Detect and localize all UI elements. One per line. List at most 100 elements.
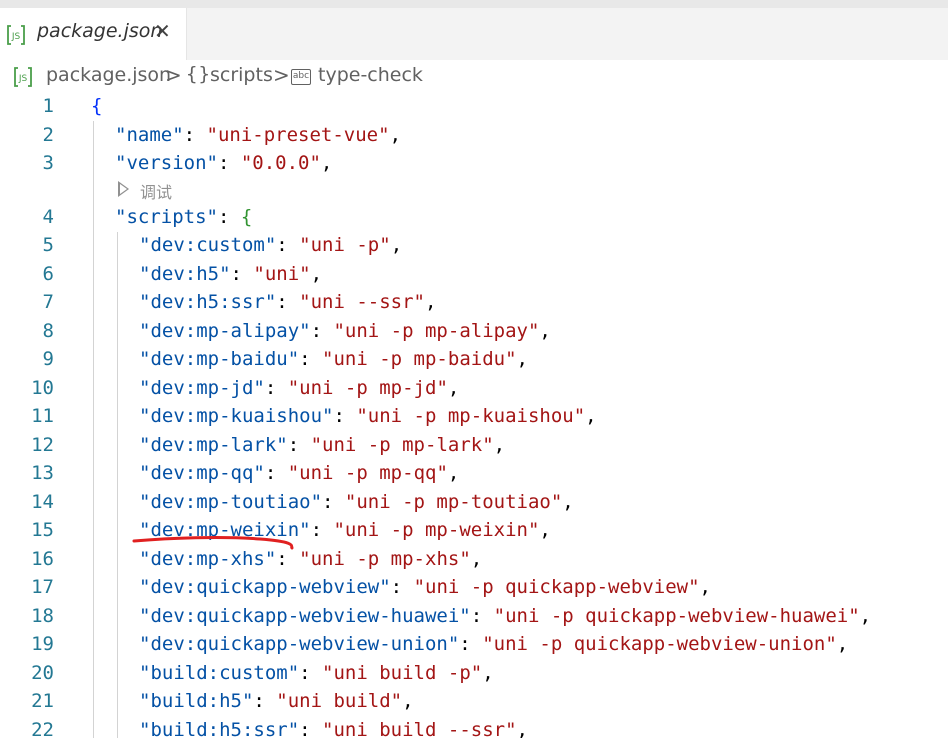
code-editor[interactable]: 调试 1 { 2 "name": "uni-preset-vue", 3 "ve… — [0, 93, 948, 738]
code-line: 19 "dev:quickapp-webview-union": "uni -p… — [0, 631, 948, 659]
punctuation: , — [562, 491, 574, 513]
js-file-icon: JS — [14, 67, 32, 87]
code-content: "dev:quickapp-webview-union": "uni -p qu… — [139, 633, 849, 655]
punctuation: , — [402, 690, 414, 712]
play-icon — [118, 181, 129, 197]
json-key: "version" — [115, 152, 218, 174]
line-number: 18 — [31, 605, 54, 627]
json-value: "0.0.0" — [240, 152, 321, 174]
json-value: "uni -p mp-weixin" — [333, 519, 540, 541]
punctuation: , — [310, 263, 323, 285]
code-content: "name": "uni-preset-vue", — [115, 124, 402, 146]
editor-tab-bar: JS package.json ✕ — [0, 8, 948, 60]
json-value: "uni -p mp-lark" — [310, 434, 494, 456]
breadcrumb-file[interactable]: package.json — [46, 64, 171, 86]
line-number: 11 — [31, 405, 54, 427]
json-key: "dev:h5:ssr" — [139, 291, 277, 313]
line-number: 6 — [42, 263, 54, 285]
json-key: "dev:h5" — [139, 263, 231, 285]
line-number: 4 — [42, 206, 54, 228]
punctuation: , — [516, 348, 528, 370]
json-value: "uni -p mp-baidu" — [322, 348, 517, 370]
json-value: "uni build --ssr" — [322, 719, 517, 738]
json-key: "dev:mp-toutiao" — [139, 491, 323, 513]
line-number: 2 — [42, 124, 54, 146]
json-value: "uni -p" — [299, 234, 391, 256]
json-key: "dev:custom" — [139, 234, 277, 256]
json-key: "build:custom" — [139, 662, 300, 684]
code-line: 4 "scripts": { — [0, 204, 948, 232]
code-content: "build:h5:ssr": "uni build --ssr", — [139, 719, 528, 738]
open-brace: { — [240, 206, 253, 228]
code-line: 5 "dev:custom": "uni -p", — [0, 232, 948, 260]
json-value: "uni -p mp-jd" — [287, 377, 448, 399]
code-line: 6 "dev:h5": "uni", — [0, 261, 948, 289]
svg-text:JS: JS — [11, 32, 21, 42]
punctuation: , — [539, 519, 551, 541]
breadcrumb-section[interactable]: scripts — [210, 64, 273, 86]
chevron-right-icon: > — [165, 63, 182, 87]
code-line: 12 "dev:mp-lark": "uni -p mp-lark", — [0, 432, 948, 460]
braces-icon: {} — [186, 63, 211, 85]
code-content: "dev:h5:ssr": "uni --ssr", — [139, 291, 437, 313]
line-number: 17 — [31, 576, 54, 598]
json-key: "dev:mp-jd" — [139, 377, 265, 399]
code-line: 10 "dev:mp-jd": "uni -p mp-jd", — [0, 375, 948, 403]
breadcrumb: JS package.json > {} scripts > abc type-… — [0, 62, 948, 92]
json-value: "uni --ssr" — [299, 291, 426, 313]
code-content: "dev:mp-kuaishou": "uni -p mp-kuaishou", — [139, 405, 597, 427]
punctuation: , — [447, 377, 460, 399]
line-number: 7 — [42, 291, 54, 313]
line-number: 10 — [31, 377, 54, 399]
json-value: "uni -p mp-qq" — [287, 462, 448, 484]
punctuation: , — [389, 124, 402, 146]
json-value: "uni" — [253, 263, 311, 285]
breadcrumb-item[interactable]: type-check — [318, 64, 423, 86]
code-line: 13 "dev:mp-qq": "uni -p mp-qq", — [0, 460, 948, 488]
line-number: 16 — [31, 548, 54, 570]
json-key: "name" — [115, 124, 184, 146]
line-number: 1 — [42, 95, 54, 117]
json-value: "uni -p mp-xhs" — [299, 548, 471, 570]
code-content: "dev:mp-jd": "uni -p mp-jd", — [139, 377, 460, 399]
code-content: "dev:h5": "uni", — [139, 263, 323, 285]
chevron-right-icon: > — [273, 63, 290, 87]
code-content: "dev:mp-baidu": "uni -p mp-baidu", — [139, 348, 528, 370]
punctuation: , — [470, 548, 483, 570]
punctuation: , — [447, 462, 460, 484]
code-line: 1 { — [0, 93, 948, 121]
code-content: "dev:mp-alipay": "uni -p mp-alipay", — [139, 320, 551, 342]
punctuation: , — [699, 576, 711, 598]
open-brace: { — [91, 95, 103, 117]
line-number: 12 — [31, 434, 54, 456]
line-number: 13 — [31, 462, 54, 484]
json-value: "uni build" — [276, 690, 403, 712]
code-content: "dev:quickapp-webview": "uni -p quickapp… — [139, 576, 711, 598]
json-key: "build:h5" — [139, 690, 254, 712]
code-content: "dev:custom": "uni -p", — [139, 234, 403, 256]
code-content: "scripts": { — [115, 206, 253, 228]
string-abc-icon: abc — [291, 69, 311, 85]
json-value: "uni -p mp-toutiao" — [344, 491, 563, 513]
code-content: "dev:quickapp-webview-huawei": "uni -p q… — [139, 605, 872, 627]
json-key: "dev:quickapp-webview-huawei" — [139, 605, 471, 627]
line-number: 19 — [31, 633, 54, 655]
punctuation: , — [425, 291, 437, 313]
code-line: 2 "name": "uni-preset-vue", — [0, 122, 948, 150]
json-value: "uni -p mp-kuaishou" — [356, 405, 586, 427]
json-key: "scripts" — [115, 206, 218, 228]
punctuation: , — [390, 234, 403, 256]
punctuation: , — [493, 434, 506, 456]
json-value: "uni -p quickapp-webview-huawei" — [493, 605, 860, 627]
line-number: 15 — [31, 519, 54, 541]
code-line: 9 "dev:mp-baidu": "uni -p mp-baidu", — [0, 346, 948, 374]
close-icon[interactable]: ✕ — [154, 19, 171, 43]
json-value: "uni -p quickapp-webview" — [413, 576, 700, 598]
json-key: "build:h5:ssr" — [139, 719, 300, 738]
codelens-label: 调试 — [140, 183, 173, 202]
punctuation: , — [859, 605, 872, 627]
code-line: 21 "build:h5": "uni build", — [0, 688, 948, 716]
json-key: "dev:mp-alipay" — [139, 320, 311, 342]
tab-package-json[interactable]: JS package.json ✕ — [0, 8, 187, 60]
line-number: 22 — [31, 719, 54, 738]
